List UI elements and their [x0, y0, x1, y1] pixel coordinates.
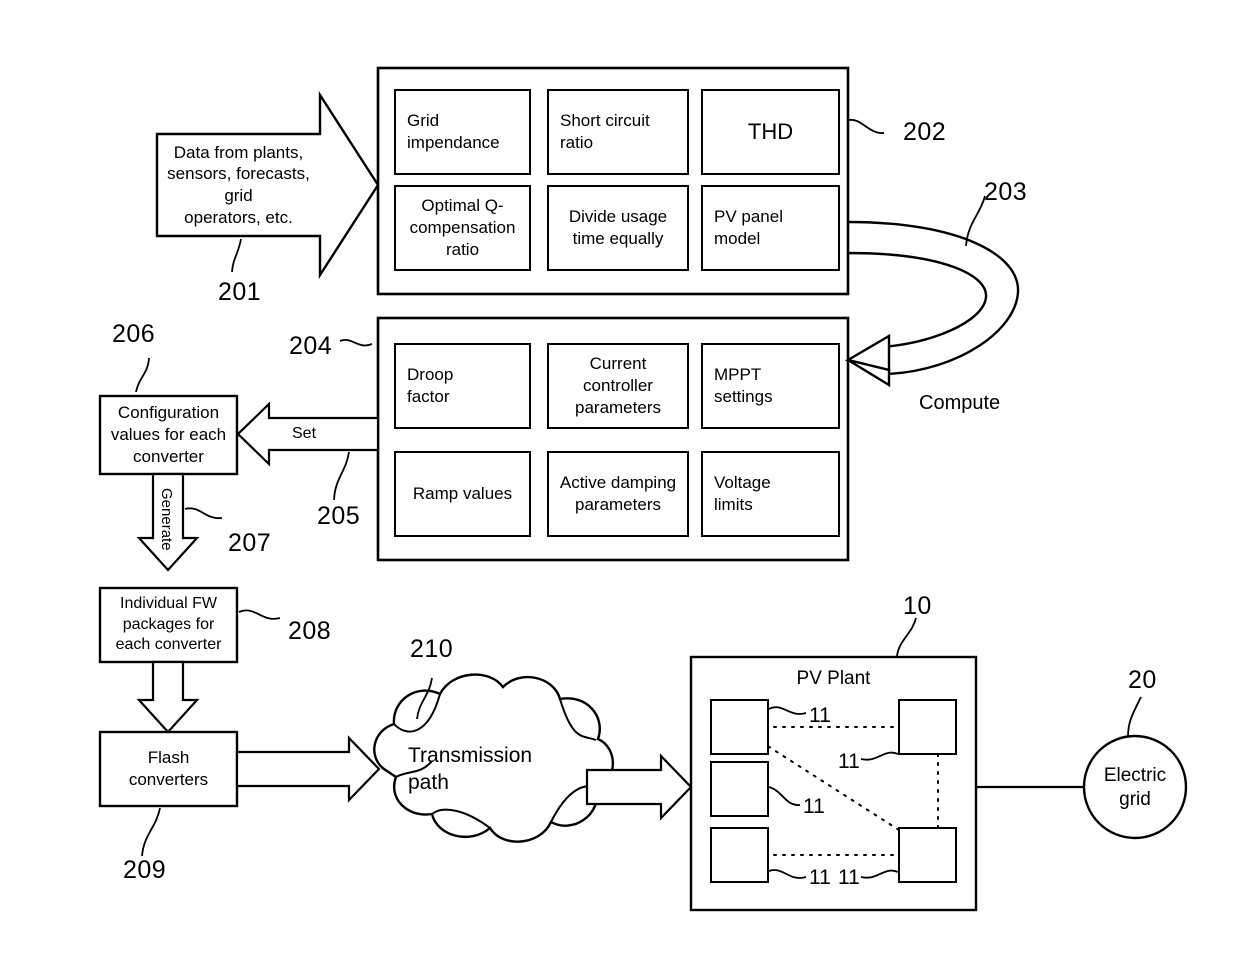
ref-11-d: 11 — [838, 750, 860, 773]
ref-202: 202 — [903, 118, 947, 146]
cell-grid-impendance-label: Grid impendance — [407, 111, 500, 152]
compute-loop-arrow — [844, 220, 1020, 388]
cell-thd-label: THD — [747, 118, 794, 144]
electric-grid-label: Electric grid — [1103, 764, 1167, 810]
ref-11-e: 11 — [838, 866, 860, 889]
cell-droop-factor-label: Droop factor — [407, 365, 454, 406]
leader-209 — [141, 807, 161, 857]
pv-converter-box-5 — [898, 827, 957, 883]
generate-arrow-label: Generate — [158, 488, 175, 551]
fw-to-flash-arrow — [136, 660, 200, 734]
cell-mppt-settings-label: MPPT settings — [714, 365, 773, 406]
figure-canvas: Data from plants, sensors, forecasts, gr… — [0, 0, 1240, 960]
leader-205 — [333, 451, 350, 501]
leader-206 — [135, 357, 150, 393]
ref-209: 209 — [123, 856, 167, 884]
fw-packages-label: Individual FW packages for each converte… — [115, 595, 222, 654]
ref-208: 208 — [288, 617, 332, 645]
config-values-label: Configuration values for each converter — [110, 403, 227, 466]
cell-divide-usage-label: Divide usage time equally — [568, 207, 668, 248]
ref-201: 201 — [218, 278, 262, 306]
ref-205: 205 — [317, 502, 361, 530]
leader-20 — [1127, 696, 1142, 738]
ref-207: 207 — [228, 529, 272, 557]
ref-206: 206 — [112, 320, 156, 348]
ref-203: 203 — [984, 178, 1028, 206]
leader-10 — [896, 617, 917, 657]
leader-11-e — [860, 869, 899, 879]
leader-11-c — [768, 869, 807, 879]
cell-current-controller-label: Current controller parameters — [575, 354, 661, 417]
leader-201 — [231, 238, 242, 273]
cell-optimal-q-label: Optimal Q- compensation ratio — [409, 196, 516, 259]
ref-10: 10 — [903, 592, 932, 620]
transmission-path-label: Transmission path — [408, 744, 533, 795]
compute-label: Compute — [919, 392, 1001, 414]
leader-207 — [184, 507, 223, 519]
ref-11-a: 11 — [809, 704, 831, 727]
ref-11-c: 11 — [809, 866, 831, 889]
flash-to-cloud-arrow — [235, 735, 381, 803]
pv-converter-box-1 — [710, 699, 769, 755]
leader-11-a — [768, 706, 807, 715]
leader-11-d — [860, 751, 899, 761]
cell-ramp-values-label: Ramp values — [412, 484, 513, 504]
leader-202 — [848, 119, 885, 134]
cell-short-circuit-ratio-label: Short circuit ratio — [560, 111, 650, 152]
pv-converter-box-2 — [710, 761, 769, 817]
ref-204: 204 — [289, 332, 333, 360]
ref-11-b: 11 — [803, 795, 825, 818]
pv-converter-box-3 — [710, 827, 769, 883]
flash-converters-label: Flash converters — [128, 748, 209, 789]
ref-210: 210 — [410, 635, 454, 663]
set-arrow-label: Set — [292, 425, 317, 442]
leader-11-b — [768, 786, 801, 806]
cell-pv-panel-model-label: PV panel model — [714, 207, 783, 248]
pv-plant-title: PV Plant — [796, 668, 871, 689]
pv-converter-box-4 — [898, 699, 957, 755]
ref-20: 20 — [1128, 666, 1157, 694]
leader-204 — [339, 339, 373, 347]
cell-voltage-limits-label: Voltage limits — [714, 473, 771, 514]
leader-203 — [965, 195, 986, 247]
input-data-arrow-label: Data from plants, sensors, forecasts, gr… — [167, 142, 310, 227]
cell-active-damping-label: Active damping parameters — [559, 473, 677, 514]
leader-208 — [238, 609, 281, 620]
